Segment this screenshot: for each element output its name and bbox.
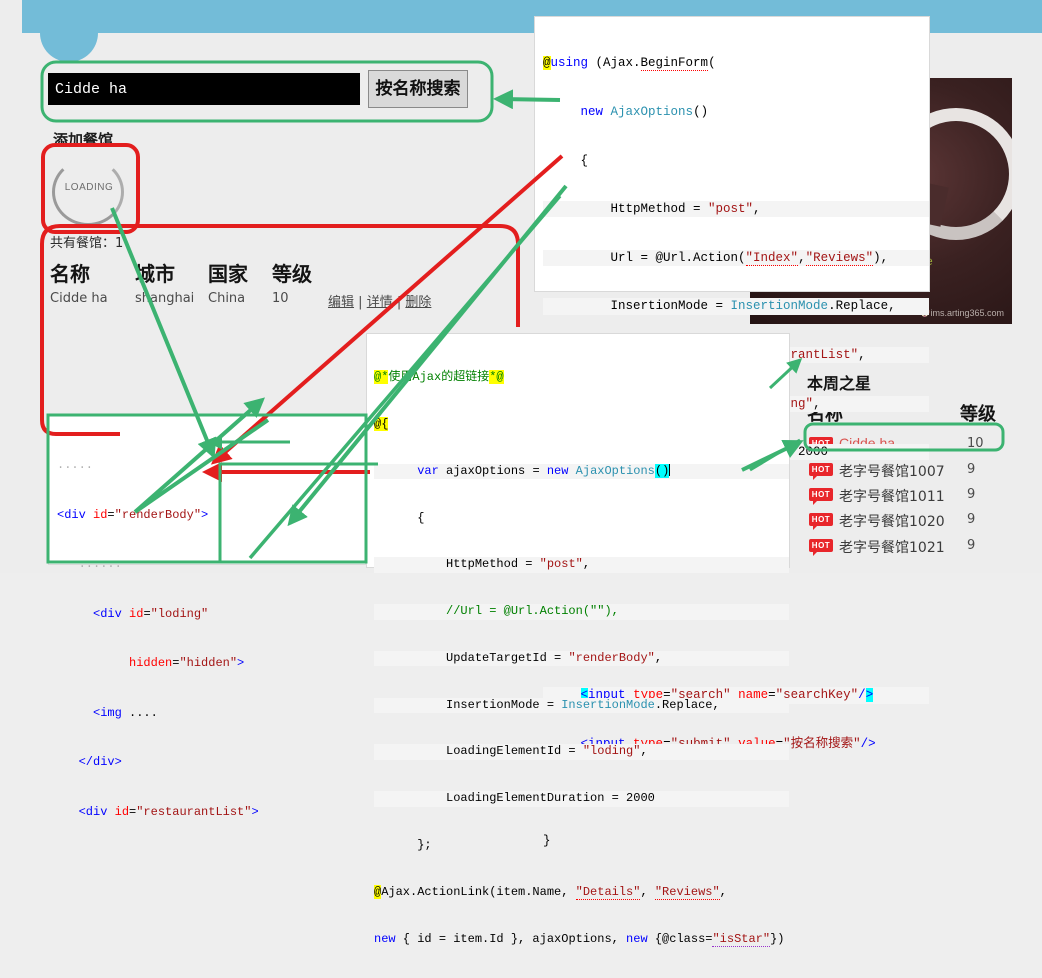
table-header-city: 城市 [135,258,205,287]
star-level-1: 9 [967,462,975,477]
table-row: Cidde ha shanghai China 10 编辑 | 详情 | 删除 [50,291,480,313]
cell-level: 10 [272,291,322,306]
op-separator-2: | [397,295,401,310]
code-line: @using (Ajax.BeginForm( [543,55,929,71]
star-level-0: 10 [967,436,984,451]
star-level-3: 9 [967,512,975,527]
search-input[interactable]: Cidde ha [48,73,360,105]
code-line: InsertionMode = InsertionMode.Replace, [543,298,929,314]
code-line: LoadingElementId = "loding", [374,744,789,760]
code-line: new { id = item.Id }, ajaxOptions, new {… [374,932,789,948]
code-line: </div> [57,754,365,771]
code-line: hidden="hidden"> [57,655,365,672]
code-line: <div id="loding" [57,606,365,623]
code-line: <div id="renderBody"> [57,507,365,524]
code-line: }; [374,838,789,854]
delete-link[interactable]: 删除 [405,295,431,310]
details-link[interactable]: 详情 [367,295,393,310]
search-form: Cidde ha 按名称搜索 [48,70,488,112]
code-line: //Url = @Url.Action(""), [374,604,789,620]
op-separator-1: | [358,295,362,310]
code-line: Url = @Url.Action("Index","Reviews"), [543,250,929,266]
code-line: HttpMethod = "post", [543,201,929,217]
star-level-4: 9 [967,538,975,553]
code-line: ...... [57,556,365,573]
code-panel-html-layout[interactable]: ..... <div id="renderBody"> ...... <div … [48,415,366,565]
loading-spinner: LOADING [50,156,128,230]
table-header-name: 名称 [50,258,135,287]
search-submit-button[interactable]: 按名称搜索 [368,70,468,108]
add-restaurant-link[interactable]: 添加餐馆 [53,129,113,150]
watermark-text: ims.arting365.com [930,308,1004,318]
screenshot-root: Cidde ha 按名称搜索 添加餐馆 LOADING 共有餐馆：1 名称 城市… [0,0,1042,573]
code-line: { [374,511,789,527]
code-line: <img .... [57,705,365,722]
table-header-country: 国家 [208,258,270,287]
code-line: UpdateTargetId = "renderBody", [374,651,789,667]
code-panel-actionlink[interactable]: @*使用Ajax的超链接*@ @{ var ajaxOptions = new … [366,333,790,568]
code-line: @Ajax.ActionLink(item.Name, "Details", "… [374,885,789,901]
star-level-2: 9 [967,487,975,502]
code-line: var ajaxOptions = new AjaxOptions() [374,464,789,480]
cell-city: shanghai [135,291,205,306]
table-header-level: 等级 [272,258,322,287]
cell-name: Cidde ha [50,291,135,306]
edit-link[interactable]: 编辑 [328,295,354,310]
code-panel-beginform[interactable]: @using (Ajax.BeginForm( new AjaxOptions(… [534,16,930,292]
code-line: InsertionMode = InsertionMode.Replace, [374,698,789,714]
code-line: @*使用Ajax的超链接*@ [374,370,789,386]
code-line: { [543,153,929,169]
restaurant-count-label: 共有餐馆：1 [50,232,123,251]
cell-operations: 编辑 | 详情 | 删除 [328,291,468,310]
cell-country: China [208,291,270,306]
loading-label: LOADING [50,182,128,193]
code-line: ..... [57,457,365,474]
code-line: new AjaxOptions() [543,104,929,120]
code-line: @{ [374,417,789,433]
code-line: HttpMethod = "post", [374,557,789,573]
code-line: LoadingElementDuration = 2000 [374,791,789,807]
table-header-row: 名称 城市 国家 等级 [50,258,480,286]
banner-watermark: 🐶ims.arting365.com [919,308,1004,319]
star-header-level: 等级 [960,400,996,426]
code-line: <div id="restaurantList"> [57,804,365,821]
